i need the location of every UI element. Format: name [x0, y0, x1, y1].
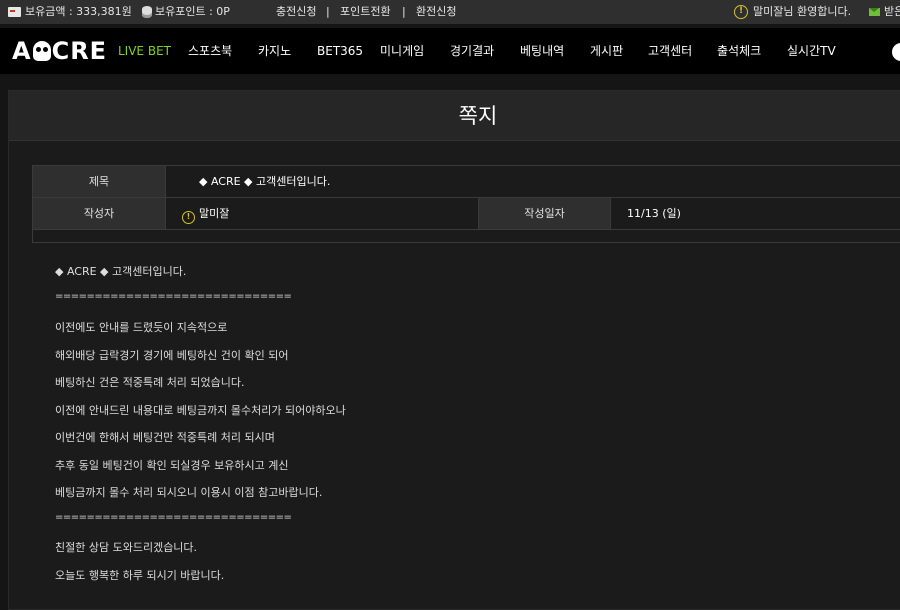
nav-attendance[interactable]: 출석체크 — [717, 28, 761, 74]
author-label: 작성자 — [33, 198, 166, 230]
nav-bet365[interactable]: BET365 — [317, 28, 363, 74]
author-badge-icon: ! — [182, 211, 195, 224]
nav-minigame[interactable]: 미니게임 — [380, 28, 424, 74]
nav-customer-center[interactable]: 고객센터 — [648, 28, 692, 74]
separator: | — [326, 5, 330, 18]
body-line: 이전에 안내드린 내용대로 베팅금까지 몰수처리가 되어야하오나 — [55, 404, 346, 417]
page-title: 쪽지 — [458, 104, 498, 128]
body-line: ◆ ACRE ◆ 고객센터입니다. — [55, 265, 187, 278]
top-status-bar: 보유금액 : 333,381원 보유포인트 : 0P 충전신청 | 포인트전환 … — [0, 0, 900, 24]
body-line: 베팅하신 건은 적중특례 처리 되었습니다. — [55, 376, 245, 389]
body-line: 이번건에 한해서 베팅건만 적중특례 처리 되시며 — [55, 431, 275, 444]
message-info-table: 제목 ◆ ACRE ◆ 고객센터입니다. 작성자 ! 말미잘 작성일자 11/13… — [32, 165, 900, 243]
balance-label: 보유금액 : 333,381원 — [25, 5, 132, 18]
site-logo[interactable]: A CRE — [12, 36, 107, 66]
body-line: 해외배당 급락경기 경기에 베팅하신 건이 확인 되어 — [55, 349, 289, 362]
date-value: 11/13 (일) — [611, 198, 900, 230]
wallet-icon — [8, 7, 21, 17]
withdraw-request-link[interactable]: 환전신청 — [416, 0, 456, 24]
date-label: 작성일자 — [478, 198, 611, 230]
body-divider: ============================== — [55, 512, 292, 523]
nav-board[interactable]: 게시판 — [590, 28, 623, 74]
deposit-request-link[interactable]: 충전신청 — [276, 0, 316, 24]
nav-sportsbook[interactable]: 스포츠북 — [188, 28, 232, 74]
mail-icon[interactable] — [869, 8, 880, 16]
nav-live-tv[interactable]: 실시간TV — [787, 28, 836, 74]
body-divider: ============================== — [55, 291, 292, 302]
body-line: 이전에도 안내를 드렸듯이 지속적으로 — [55, 321, 228, 334]
skull-logo-icon — [32, 41, 51, 61]
coin-icon — [142, 6, 152, 18]
welcome-text: 말미잘님 환영합니다. — [753, 5, 852, 18]
inbox-link[interactable]: 받은 — [884, 0, 900, 24]
separator: | — [402, 5, 406, 18]
body-line: 추후 동일 베팅건이 확인 되실경우 보유하시고 계신 — [55, 459, 289, 472]
nav-results[interactable]: 경기결과 — [450, 28, 494, 74]
main-nav: A CRE LIVE BET 스포츠북 카지노 BET365 미니게임 경기결과 … — [0, 28, 900, 74]
body-line: 베팅금까지 몰수 처리 되시오니 이용시 이점 참고바랍니다. — [55, 486, 323, 499]
author-cell: ! 말미잘 — [166, 198, 478, 230]
subject-label: 제목 — [33, 166, 166, 198]
body-line: 오늘도 행복한 하루 되시기 바랍니다. — [55, 569, 225, 582]
nav-bet-history[interactable]: 베팅내역 — [520, 28, 564, 74]
points-label: 보유포인트 : 0P — [155, 5, 230, 18]
point-exchange-link[interactable]: 포인트전환 — [340, 0, 391, 24]
body-line: 친절한 상담 도와드리겠습니다. — [55, 541, 198, 554]
author-value: 말미잘 — [199, 207, 230, 220]
user-avatar-icon[interactable] — [892, 43, 900, 61]
nav-casino[interactable]: 카지노 — [258, 28, 291, 74]
info-icon: ! — [734, 5, 748, 19]
nav-live-bet[interactable]: LIVE BET — [118, 28, 171, 74]
subject-value: ◆ ACRE ◆ 고객센터입니다. — [166, 166, 900, 198]
